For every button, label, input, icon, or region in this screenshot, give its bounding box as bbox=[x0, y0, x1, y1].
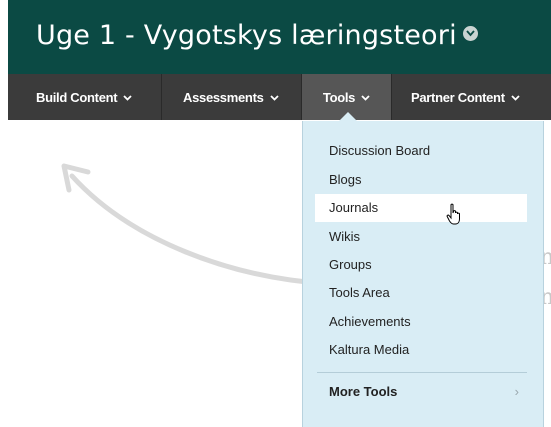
chevron-right-icon: › bbox=[514, 384, 519, 399]
title-bar: Uge 1 - Vygotskys læringsteori bbox=[8, 0, 551, 74]
page-title: Uge 1 - Vygotskys læringsteori bbox=[36, 20, 457, 51]
menu-item-tools-area[interactable]: Tools Area bbox=[315, 279, 527, 307]
chevron-down-circle-icon[interactable] bbox=[462, 26, 478, 41]
chevron-down-icon bbox=[511, 74, 520, 120]
nav-assessments-label: Assessments bbox=[183, 90, 264, 105]
menu-item-achievements[interactable]: Achievements bbox=[315, 308, 527, 336]
menu-item-groups[interactable]: Groups bbox=[315, 251, 527, 279]
chevron-down-icon bbox=[123, 74, 132, 120]
nav-separator bbox=[391, 74, 392, 120]
nav-build-content[interactable]: Build Content bbox=[36, 74, 132, 120]
hand-pointer-icon bbox=[446, 203, 460, 225]
menu-item-wikis[interactable]: Wikis bbox=[315, 223, 527, 251]
nav-assessments[interactable]: Assessments bbox=[183, 74, 279, 120]
nav-build-content-label: Build Content bbox=[36, 90, 118, 105]
nav-separator bbox=[161, 74, 162, 120]
page: n n Uge 1 - Vygotskys læringsteori Build… bbox=[0, 0, 551, 427]
chevron-down-icon bbox=[269, 74, 279, 120]
tools-dropdown-menu: Discussion Board Blogs Journals Wikis Gr… bbox=[302, 121, 544, 427]
menu-divider bbox=[317, 372, 527, 373]
nav-tools-label: Tools bbox=[322, 90, 356, 105]
nav-partner-content[interactable]: Partner Content bbox=[411, 74, 520, 120]
menu-item-discussion-board[interactable]: Discussion Board bbox=[315, 137, 527, 165]
course-menu-bar: Build Content Assessments Tools Partner … bbox=[8, 74, 551, 120]
nav-partner-content-label: Partner Content bbox=[411, 90, 505, 105]
menu-item-journals[interactable]: Journals bbox=[315, 194, 527, 222]
dropdown-pointer bbox=[339, 112, 357, 121]
page-title-wrapper: Uge 1 - Vygotskys læringsteori bbox=[36, 20, 478, 51]
menu-item-kaltura-media[interactable]: Kaltura Media bbox=[315, 336, 527, 364]
more-tools-button[interactable]: More Tools › bbox=[315, 378, 527, 406]
menu-item-blogs[interactable]: Blogs bbox=[315, 166, 527, 194]
more-tools-label: More Tools bbox=[329, 384, 398, 399]
chevron-down-icon bbox=[361, 74, 370, 120]
